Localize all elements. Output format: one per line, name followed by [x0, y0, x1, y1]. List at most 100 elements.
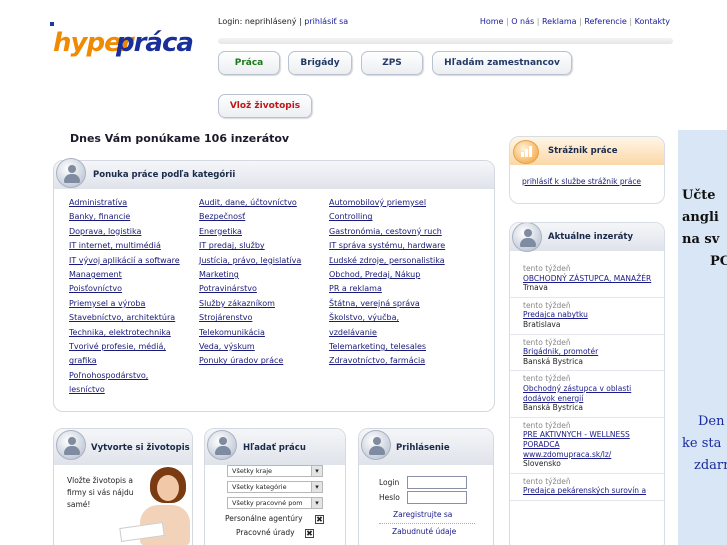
category-link[interactable]: Poľnohospodárstvo,: [69, 369, 180, 383]
category-link[interactable]: Školstvo, výučba,: [329, 311, 445, 325]
contacts-link[interactable]: Kontakty: [635, 17, 670, 26]
advert-line: angli: [682, 210, 719, 225]
ad-title-link[interactable]: PRE AKTIVNYCH - WELLNESS PORADCA: [523, 430, 656, 449]
advert-line: Učte: [682, 188, 716, 203]
job-search-title: Hľadať prácu: [243, 443, 306, 453]
ad-location: Banská Bystrica: [523, 356, 583, 366]
create-cv-text: Vložte životopis a firmy si vás nájdu sa…: [67, 475, 133, 511]
logo-dot: [50, 22, 54, 26]
site-logo[interactable]: hyper práca: [50, 18, 194, 73]
ad-title-link[interactable]: Obchodný zástupca v oblasti dodávok ener…: [523, 384, 656, 403]
category-link[interactable]: Automobilový priemysel: [329, 196, 445, 210]
category-link[interactable]: Ľudské zdroje, personalistika: [329, 254, 445, 268]
category-link[interactable]: Ponuky úradov práce: [199, 354, 301, 368]
about-link[interactable]: O nás: [511, 17, 534, 26]
category-link[interactable]: Poisťovníctvo: [69, 282, 180, 296]
current-ads-header: Aktuálne inzeráty: [510, 223, 664, 252]
nav-vloz-zivotopis-button[interactable]: Vlož životopis: [218, 94, 312, 118]
category-link[interactable]: IT predaj, služby: [199, 239, 301, 253]
category-link[interactable]: Administratíva: [69, 196, 180, 210]
category-link[interactable]: Stavebníctvo, architektúra: [69, 311, 180, 325]
register-link[interactable]: Zaregistrujte sa: [393, 510, 452, 519]
password-input[interactable]: [407, 491, 467, 504]
category-link[interactable]: Štátna, verejná správa: [329, 297, 445, 311]
login-status: Login: neprihlásený | prihlásiť sa: [218, 17, 348, 26]
category-link[interactable]: Marketing: [199, 268, 301, 282]
category-link[interactable]: Justícia, právo, legislatíva: [199, 254, 301, 268]
create-cv-text-line: samé!: [67, 500, 91, 509]
category-link[interactable]: Priemysel a výroba: [69, 297, 180, 311]
category-link[interactable]: Veda, výskum: [199, 340, 301, 354]
search-person-icon: [207, 430, 237, 460]
category-link[interactable]: Controlling: [329, 210, 445, 224]
advert-blue-line: ke sta: [682, 436, 722, 451]
category-link[interactable]: Energetika: [199, 225, 301, 239]
current-ads-title: Aktuálne inzeráty: [548, 232, 633, 242]
side-advert[interactable]: Učte angli na sv PC Den ke sta zdarr: [678, 130, 727, 545]
labour-offices-checkbox[interactable]: ✖: [305, 529, 314, 538]
category-column-3: Automobilový priemysel Controlling Gastr…: [329, 196, 445, 369]
person-icon: [512, 223, 542, 252]
nav-zps-button[interactable]: ZPS: [361, 51, 423, 75]
woman-photo-face: [157, 475, 179, 501]
advertising-link[interactable]: Reklama: [542, 17, 577, 26]
category-link[interactable]: Management: [69, 268, 180, 282]
ad-date: tento týždeň: [523, 420, 571, 430]
category-link[interactable]: Gastronómia, cestovný ruch: [329, 225, 445, 239]
category-link[interactable]: Služby zákazníkom: [199, 297, 301, 311]
ad-title-link[interactable]: OBCHODNÝ ZÁSTUPCA, MANAŽÉR: [523, 274, 656, 284]
home-link[interactable]: Home: [480, 17, 504, 26]
top-links: Home | O nás | Reklama | Referencie | Ko…: [479, 17, 670, 26]
person-icon: [56, 158, 86, 188]
category-link[interactable]: Telekomunikácia: [199, 326, 301, 340]
job-watch-subscribe-link[interactable]: prihlásiť k službe strážnik práce: [522, 177, 641, 186]
nav-hladam-button[interactable]: Hľadám zamestnancov: [432, 51, 572, 75]
category-link[interactable]: Audit, dane, účtovníctvo: [199, 196, 301, 210]
category-select[interactable]: Všetky kategórie: [227, 481, 323, 493]
password-field-label: Heslo: [379, 493, 400, 502]
category-link[interactable]: IT vývoj aplikácií a software: [69, 254, 180, 268]
category-link[interactable]: Obchod, Predaj, Nákup: [329, 268, 445, 282]
ad-title-link[interactable]: Predajca pekárenských surovín a: [523, 486, 656, 496]
forgot-credentials-link[interactable]: Zabudnuté údaje: [392, 527, 456, 536]
divider: [379, 523, 475, 524]
category-link[interactable]: Potravinárstvo: [199, 282, 301, 296]
category-link[interactable]: Zdravotníctvo, farmácia: [329, 354, 445, 368]
nav-praca-button[interactable]: Práca: [218, 51, 280, 75]
region-select[interactable]: Všetky kraje: [227, 465, 323, 477]
ad-list-item: tento týždeň OBCHODNÝ ZÁSTUPCA, MANAŽÉR …: [510, 261, 664, 298]
labour-offices-label: Pracovné úrady: [236, 528, 295, 537]
category-link[interactable]: Technika, elektrotechnika: [69, 326, 180, 340]
person-icon: [361, 430, 391, 460]
login-link[interactable]: prihlásiť sa: [304, 17, 348, 26]
category-link[interactable]: Tvorivé profesie, médiá,: [69, 340, 180, 354]
references-link[interactable]: Referencie: [584, 17, 627, 26]
advert-blue-line: Den: [698, 414, 725, 429]
create-cv-title[interactable]: Vytvorte si životopis: [91, 443, 190, 453]
current-ads-box: Aktuálne inzeráty tento týždeň OBCHODNÝ …: [509, 222, 665, 545]
category-link[interactable]: IT internet, multimédiá: [69, 239, 180, 253]
ad-date: tento týždeň: [523, 300, 571, 310]
login-input[interactable]: [407, 476, 467, 489]
ad-title-link[interactable]: Predajca nabytku: [523, 310, 656, 320]
category-link[interactable]: Strojárenstvo: [199, 311, 301, 325]
category-link[interactable]: Telemarketing, telesales: [329, 340, 445, 354]
category-link[interactable]: vzdelávanie: [329, 326, 445, 340]
category-link[interactable]: PR a reklama: [329, 282, 445, 296]
agencies-checkbox[interactable]: ✖: [315, 515, 324, 524]
category-link[interactable]: Bezpečnosť: [199, 210, 301, 224]
ad-list-item: tento týždeň PRE AKTIVNYCH - WELLNESS PO…: [510, 418, 664, 474]
employment-type-select[interactable]: Všetky pracovné pom: [227, 497, 323, 509]
category-link[interactable]: lesníctvo: [69, 383, 180, 397]
ad-web-link[interactable]: www.zdomupraca.sk/lz/: [523, 450, 656, 460]
ad-date: tento týždeň: [523, 264, 571, 273]
ad-location: Bratislava: [523, 319, 561, 329]
category-link[interactable]: grafika: [69, 354, 180, 368]
category-link[interactable]: IT správa systému, hardware: [329, 239, 445, 253]
ad-list-item: tento týždeň Obchodný zástupca v oblasti…: [510, 371, 664, 418]
category-link[interactable]: Doprava, logistika: [69, 225, 180, 239]
create-cv-box: Vytvorte si životopis Vložte životopis a…: [53, 428, 193, 545]
category-link[interactable]: Banky, financie: [69, 210, 180, 224]
nav-brigady-button[interactable]: Brigády: [288, 51, 352, 75]
ad-title-link[interactable]: Brigádnik, promotér: [523, 347, 656, 357]
